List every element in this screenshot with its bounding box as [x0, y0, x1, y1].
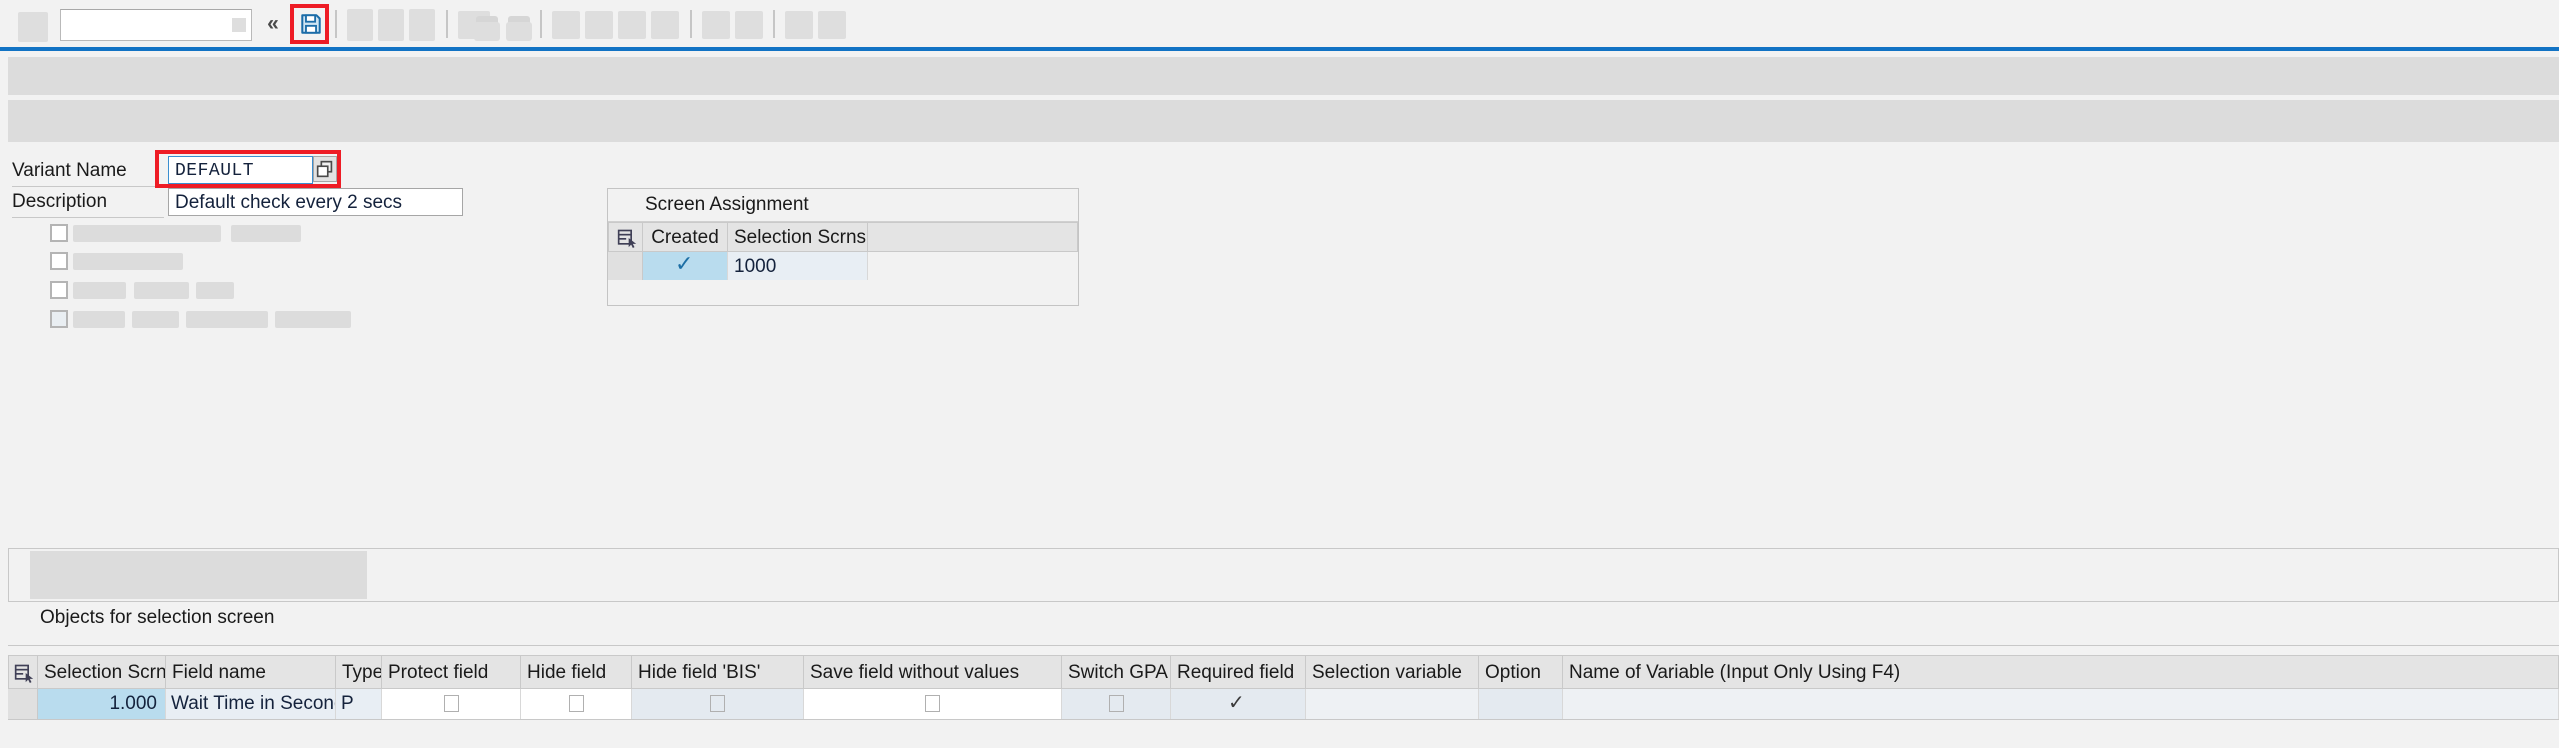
objects-col-save-field-without-values[interactable]: Save field without values [804, 655, 1062, 689]
save-button[interactable] [290, 4, 329, 44]
objects-cell-field-name[interactable]: Wait Time in Seconds [166, 689, 336, 719]
toolbar-ghost-button-3[interactable] [409, 9, 435, 41]
chevron-down-icon[interactable] [232, 18, 246, 32]
screen-assignment-cell-selection-scrns[interactable]: 1000 [728, 252, 868, 280]
objects-cell-protect-field[interactable] [382, 689, 521, 719]
toolbar-ghost-button-14[interactable] [818, 11, 846, 39]
objects-cell-name-of-variable[interactable] [1563, 689, 2559, 719]
screen-assignment-col-created[interactable]: Created [643, 222, 728, 252]
toolbar-separator [335, 10, 337, 38]
objects-col-hide-field[interactable]: Hide field [521, 655, 632, 689]
redacted-checkbox-4[interactable] [50, 310, 68, 328]
objects-col-protect-field[interactable]: Protect field [382, 655, 521, 689]
table-select-icon [14, 664, 34, 683]
redacted-label-4c [186, 311, 268, 328]
toolbar-ghost-button-5[interactable] [474, 22, 500, 41]
objects-cell-option[interactable] [1479, 689, 1563, 719]
objects-col-switch-gpa[interactable]: Switch GPA ... [1062, 655, 1171, 689]
toolbar-ghost-button-6[interactable] [506, 22, 532, 41]
screen-assignment-row-selector[interactable] [608, 252, 643, 280]
redacted-label-4a [73, 311, 125, 328]
objects-section-label: Objects for selection screen [40, 607, 275, 628]
toolbar-ghost-button-7[interactable] [552, 11, 580, 39]
checkbox-unchecked-icon[interactable] [925, 695, 940, 712]
checkbox-unchecked-icon[interactable] [1109, 695, 1124, 712]
objects-col-field-name[interactable]: Field name [166, 655, 336, 689]
search-help-icon[interactable] [313, 156, 337, 182]
screen-assignment-col-selection-scrns[interactable]: Selection Scrns [728, 222, 868, 252]
search-help-glyph [316, 160, 333, 178]
save-icon [301, 14, 321, 34]
variant-name-input[interactable]: DEFAULT [168, 156, 313, 184]
checkbox-unchecked-icon[interactable] [710, 695, 725, 712]
toolbar-separator [446, 10, 448, 38]
objects-cell-hide-field[interactable] [521, 689, 632, 719]
toolbar-ghost-button-8[interactable] [585, 11, 613, 39]
screen-assignment-col-filler [868, 222, 1078, 252]
redacted-label-2a [73, 253, 183, 270]
checkbox-checked-icon: ✓ [1228, 690, 1245, 714]
toolbar-ghost-button-9[interactable] [618, 11, 646, 39]
objects-section-rule [8, 645, 2559, 646]
description-underline [12, 217, 164, 218]
redacted-label-3a [73, 282, 126, 299]
collapse-toolbar-icon[interactable]: « [260, 11, 286, 37]
toolbar-ghost-button-12[interactable] [735, 11, 763, 39]
checkbox-unchecked-icon[interactable] [569, 695, 584, 712]
objects-cell-switch-gpa[interactable] [1062, 689, 1171, 719]
toolbar-menu-button[interactable] [18, 12, 48, 42]
objects-col-name-of-variable[interactable]: Name of Variable (Input Only Using F4) [1563, 655, 2559, 689]
objects-cell-selection-variable[interactable] [1306, 689, 1479, 719]
objects-cell-type[interactable]: P [336, 689, 382, 719]
objects-cell-save-field-without-values[interactable] [804, 689, 1062, 719]
toolbar-separator [540, 10, 542, 38]
screen-assignment-cell-created[interactable]: ✓ [643, 252, 728, 280]
redacted-label-3c [196, 282, 234, 299]
table-select-icon [617, 229, 637, 248]
command-field[interactable] [60, 9, 252, 41]
objects-col-selection-variable[interactable]: Selection variable [1306, 655, 1479, 689]
redacted-label-4b [132, 311, 179, 328]
main-toolbar: « [0, 0, 2559, 48]
toolbar-ghost-button-2[interactable] [378, 9, 404, 41]
toolbar-ghost-button-11[interactable] [702, 11, 730, 39]
toolbar-separator [690, 10, 692, 38]
objects-table-bottom-rule [8, 719, 2559, 720]
objects-tab-strip [8, 548, 2559, 602]
screen-assignment-row-selector-header[interactable] [608, 222, 643, 252]
description-label: Description [12, 191, 108, 212]
objects-cell-selection-scrns[interactable]: 1.000 [38, 689, 166, 719]
objects-row-selector-header[interactable] [8, 655, 38, 689]
redacted-checkbox-2[interactable] [50, 252, 68, 270]
variant-name-label: Variant Name [12, 160, 127, 181]
checkbox-unchecked-icon[interactable] [444, 695, 459, 712]
objects-cell-hide-field-bis[interactable] [632, 689, 804, 719]
redacted-checkbox-1[interactable] [50, 224, 68, 242]
objects-cell-required-field[interactable]: ✓ [1171, 689, 1306, 719]
objects-col-selection-scrns[interactable]: Selection Scrns [38, 655, 166, 689]
redacted-checkbox-3[interactable] [50, 281, 68, 299]
objects-col-hide-field-bis[interactable]: Hide field 'BIS' [632, 655, 804, 689]
redacted-label-3b [134, 282, 189, 299]
redacted-title-bar-2 [8, 100, 2559, 142]
objects-row-selector[interactable] [8, 689, 38, 719]
redacted-tab-label[interactable] [30, 551, 367, 599]
checkbox-checked-icon: ✓ [675, 252, 694, 277]
toolbar-ghost-button-10[interactable] [651, 11, 679, 39]
redacted-label-4d [275, 311, 351, 328]
toolbar-ghost-button-1[interactable] [347, 9, 373, 41]
redacted-title-bar-1 [8, 57, 2559, 95]
objects-col-option[interactable]: Option [1479, 655, 1563, 689]
toolbar-divider [0, 47, 2559, 51]
objects-col-type[interactable]: Type [336, 655, 382, 689]
screen-assignment-title: Screen Assignment [645, 194, 809, 215]
redacted-label-1a [73, 225, 221, 242]
description-input[interactable]: Default check every 2 secs [168, 188, 463, 216]
objects-col-required-field[interactable]: Required field [1171, 655, 1306, 689]
toolbar-ghost-button-13[interactable] [785, 11, 813, 39]
toolbar-separator [773, 10, 775, 38]
redacted-label-1b [231, 225, 301, 242]
variant-name-underline [12, 186, 164, 187]
